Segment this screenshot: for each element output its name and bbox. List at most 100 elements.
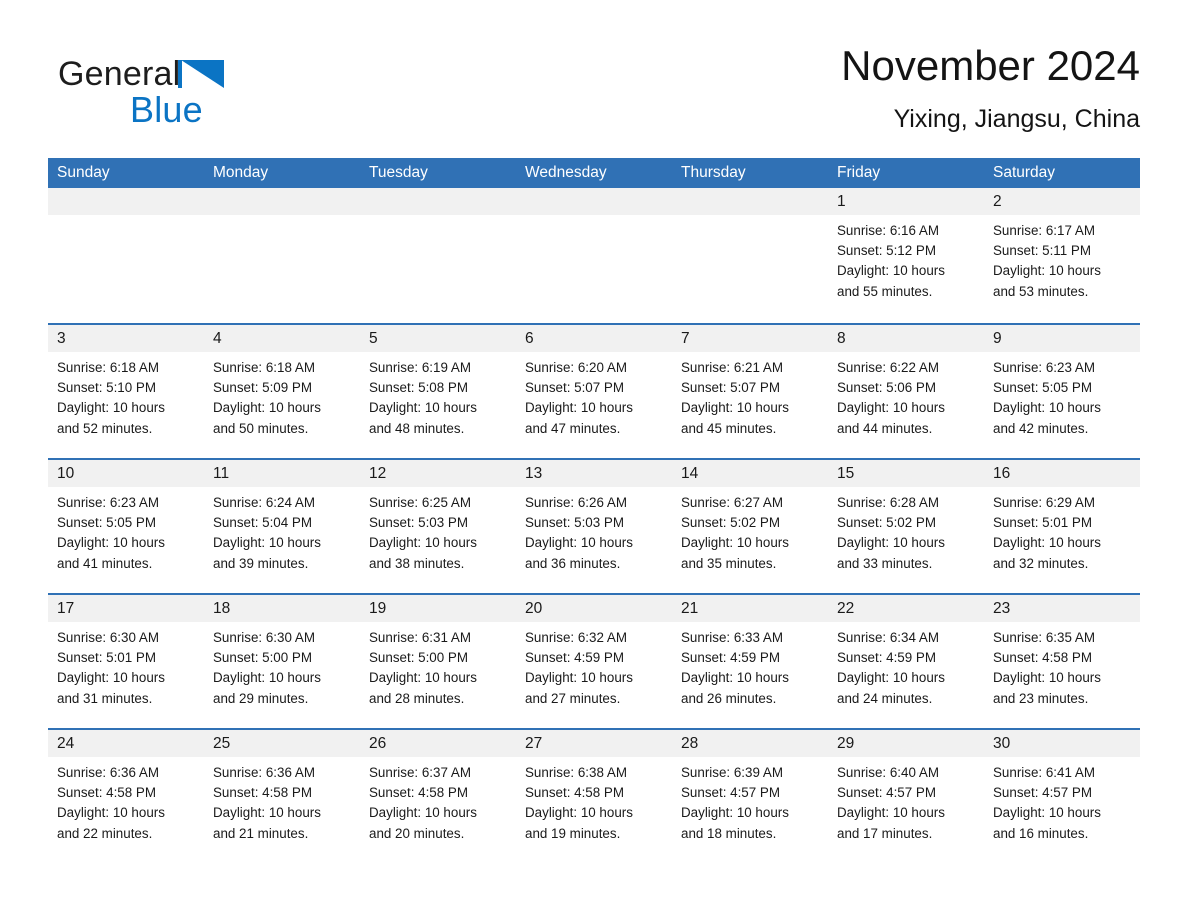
calendar-day-cell[interactable]: 1 Sunrise: 6:16 AM Sunset: 5:12 PM Daylight… [828, 188, 984, 323]
day-number-strip: 9 [984, 325, 1140, 352]
daylight-text-line1: Daylight: 10 hours [837, 670, 945, 686]
daylight-text-line2: and 24 minutes. [837, 690, 933, 706]
calendar-day-cell[interactable]: 2 Sunrise: 6:17 AM Sunset: 5:11 PM Daylight… [984, 188, 1140, 323]
day-number-strip: 29 [828, 730, 984, 757]
day-of-week-header-row: Sunday Monday Tuesday Wednesday Thursday Frid… [48, 158, 1140, 188]
day-number: 30 [993, 735, 1011, 752]
calendar-day-cell[interactable]: 30 Sunrise: 6:41 AM Sunset: 4:57 PM Dayligh… [984, 730, 1140, 863]
day-number: 11 [213, 465, 230, 482]
sunrise-text: Sunrise: 6:41 AM [993, 765, 1095, 780]
day-details: Sunrise: 6:17 AM Sunset: 5:11 PM Daylight:… [984, 215, 1140, 302]
calendar-day-cell[interactable]: 22 Sunrise: 6:34 AM Sunset: 4:59 PM Dayligh… [828, 595, 984, 728]
calendar-day-cell[interactable]: 11 Sunrise: 6:24 AM Sunset: 5:04 PM Dayligh… [204, 460, 360, 593]
day-number: 4 [213, 330, 222, 347]
calendar-day-cell[interactable]: 21 Sunrise: 6:33 AM Sunset: 4:59 PM Dayligh… [672, 595, 828, 728]
calendar-day-cell[interactable]: 6 Sunrise: 6:20 AM Sunset: 5:07 PM Daylight… [516, 325, 672, 458]
calendar-week-row: 1 Sunrise: 6:16 AM Sunset: 5:12 PM Daylight… [48, 188, 1140, 323]
daylight-text-line1: Daylight: 10 hours [213, 400, 321, 416]
calendar-day-cell[interactable]: 25 Sunrise: 6:36 AM Sunset: 4:58 PM Dayligh… [204, 730, 360, 863]
calendar-day-cell[interactable]: 12 Sunrise: 6:25 AM Sunset: 5:03 PM Dayligh… [360, 460, 516, 593]
day-number: 24 [57, 735, 75, 752]
calendar-day-cell[interactable]: 15 Sunrise: 6:28 AM Sunset: 5:02 PM Dayligh… [828, 460, 984, 593]
page-subtitle-location: Yixing, Jiangsu, China [893, 105, 1140, 133]
calendar-day-cell[interactable]: 16 Sunrise: 6:29 AM Sunset: 5:01 PM Dayligh… [984, 460, 1140, 593]
calendar-day-cell[interactable]: 4 Sunrise: 6:18 AM Sunset: 5:09 PM Daylight… [204, 325, 360, 458]
calendar-day-cell[interactable]: 20 Sunrise: 6:32 AM Sunset: 4:59 PM Dayligh… [516, 595, 672, 728]
calendar-day-cell[interactable]: 27 Sunrise: 6:38 AM Sunset: 4:58 PM Dayligh… [516, 730, 672, 863]
calendar-day-cell[interactable]: 10 Sunrise: 6:23 AM Sunset: 5:05 PM Dayligh… [48, 460, 204, 593]
daylight-text-line1: Daylight: 10 hours [369, 670, 477, 686]
calendar-day-cell[interactable]: 28 Sunrise: 6:39 AM Sunset: 4:57 PM Dayligh… [672, 730, 828, 863]
sunset-text: Sunset: 5:11 PM [993, 243, 1092, 259]
daylight-text-line1: Daylight: 10 hours [993, 263, 1101, 279]
sunset-text: Sunset: 5:01 PM [57, 650, 156, 666]
daylight-text-line1: Daylight: 10 hours [369, 805, 477, 821]
day-number-strip: 3 [48, 325, 204, 352]
calendar-day-cell[interactable]: 23 Sunrise: 6:35 AM Sunset: 4:58 PM Dayligh… [984, 595, 1140, 728]
calendar-day-cell[interactable]: 26 Sunrise: 6:37 AM Sunset: 4:58 PM Dayligh… [360, 730, 516, 863]
daylight-text-line1: Daylight: 10 hours [993, 670, 1101, 686]
day-number-strip: 21 [672, 595, 828, 622]
daylight-text-line2: and 28 minutes. [369, 690, 465, 706]
calendar-week-row: 10 Sunrise: 6:23 AM Sunset: 5:05 PM Dayligh… [48, 458, 1140, 593]
day-details: Sunrise: 6:37 AM Sunset: 4:58 PM Daylight:… [360, 757, 516, 844]
page-title: November 2024 [841, 42, 1140, 89]
day-number: 10 [57, 465, 75, 482]
calendar-day-cell[interactable]: 9 Sunrise: 6:23 AM Sunset: 5:05 PM Daylight… [984, 325, 1140, 458]
daylight-text-line1: Daylight: 10 hours [525, 805, 633, 821]
day-number-strip: 28 [672, 730, 828, 757]
calendar-day-cell[interactable]: 19 Sunrise: 6:31 AM Sunset: 5:00 PM Dayligh… [360, 595, 516, 728]
sunset-text: Sunset: 4:57 PM [993, 785, 1092, 801]
day-number-strip: 1 [828, 188, 984, 215]
daylight-text-line1: Daylight: 10 hours [525, 535, 633, 551]
daylight-text-line2: and 27 minutes. [525, 690, 621, 706]
calendar-day-cell[interactable]: 8 Sunrise: 6:22 AM Sunset: 5:06 PM Daylight… [828, 325, 984, 458]
calendar-day-cell[interactable]: 29 Sunrise: 6:40 AM Sunset: 4:57 PM Dayligh… [828, 730, 984, 863]
sunset-text: Sunset: 5:00 PM [213, 650, 312, 666]
daylight-text-line2: and 35 minutes. [681, 555, 777, 571]
day-details: Sunrise: 6:34 AM Sunset: 4:59 PM Daylight:… [828, 622, 984, 709]
day-details: Sunrise: 6:23 AM Sunset: 5:05 PM Daylight:… [48, 487, 204, 574]
sunset-text: Sunset: 5:09 PM [213, 380, 312, 396]
day-details: Sunrise: 6:23 AM Sunset: 5:05 PM Daylight:… [984, 352, 1140, 439]
sunset-text: Sunset: 5:08 PM [369, 380, 468, 396]
calendar-day-cell[interactable]: 3 Sunrise: 6:18 AM Sunset: 5:10 PM Daylight… [48, 325, 204, 458]
day-details: Sunrise: 6:19 AM Sunset: 5:08 PM Daylight:… [360, 352, 516, 439]
calendar-day-cell-empty [672, 188, 828, 323]
sunrise-text: Sunrise: 6:23 AM [993, 360, 1095, 375]
day-number: 29 [837, 735, 855, 752]
day-number-strip: 18 [204, 595, 360, 622]
sunset-text: Sunset: 4:58 PM [993, 650, 1092, 666]
calendar-day-cell[interactable]: 13 Sunrise: 6:26 AM Sunset: 5:03 PM Dayligh… [516, 460, 672, 593]
calendar-day-cell[interactable]: 7 Sunrise: 6:21 AM Sunset: 5:07 PM Daylight… [672, 325, 828, 458]
generalblue-logo[interactable]: General Blue [58, 54, 318, 138]
daylight-text-line2: and 44 minutes. [837, 420, 933, 436]
day-details: Sunrise: 6:30 AM Sunset: 5:01 PM Daylight:… [48, 622, 204, 709]
calendar-day-cell[interactable]: 17 Sunrise: 6:30 AM Sunset: 5:01 PM Dayligh… [48, 595, 204, 728]
sunrise-text: Sunrise: 6:33 AM [681, 630, 783, 645]
sunset-text: Sunset: 5:02 PM [681, 515, 780, 531]
sunset-text: Sunset: 4:58 PM [213, 785, 312, 801]
sunset-text: Sunset: 5:07 PM [681, 380, 780, 396]
sunrise-text: Sunrise: 6:21 AM [681, 360, 783, 375]
day-number-strip [204, 188, 360, 215]
daylight-text-line1: Daylight: 10 hours [525, 670, 633, 686]
sunrise-text: Sunrise: 6:32 AM [525, 630, 627, 645]
day-number-strip [48, 188, 204, 215]
calendar-weeks: 1 Sunrise: 6:16 AM Sunset: 5:12 PM Daylight… [48, 188, 1140, 863]
calendar-day-cell[interactable]: 14 Sunrise: 6:27 AM Sunset: 5:02 PM Dayligh… [672, 460, 828, 593]
calendar-day-cell[interactable]: 18 Sunrise: 6:30 AM Sunset: 5:00 PM Dayligh… [204, 595, 360, 728]
day-details: Sunrise: 6:24 AM Sunset: 5:04 PM Daylight:… [204, 487, 360, 574]
day-number-strip: 20 [516, 595, 672, 622]
calendar-day-cell[interactable]: 24 Sunrise: 6:36 AM Sunset: 4:58 PM Dayligh… [48, 730, 204, 863]
day-details: Sunrise: 6:27 AM Sunset: 5:02 PM Daylight:… [672, 487, 828, 574]
day-of-week-header-sunday: Sunday [57, 164, 110, 181]
sunrise-text: Sunrise: 6:25 AM [369, 495, 471, 510]
day-number: 28 [681, 735, 699, 752]
daylight-text-line2: and 38 minutes. [369, 555, 465, 571]
calendar-day-cell[interactable]: 5 Sunrise: 6:19 AM Sunset: 5:08 PM Daylight… [360, 325, 516, 458]
day-number: 27 [525, 735, 543, 752]
day-number: 22 [837, 600, 855, 617]
daylight-text-line2: and 22 minutes. [57, 825, 153, 841]
day-number-strip: 10 [48, 460, 204, 487]
